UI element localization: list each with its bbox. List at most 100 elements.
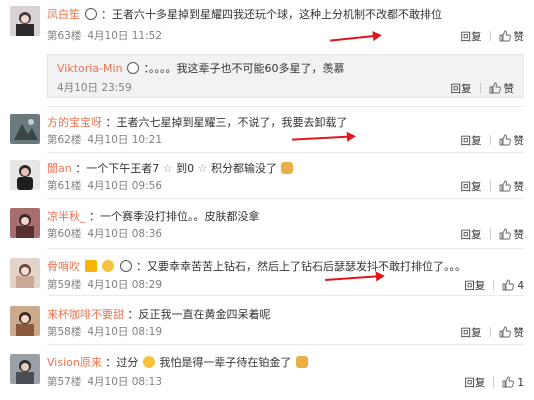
floor-number: 第59楼 xyxy=(47,279,82,291)
like-button[interactable]: 赞 xyxy=(499,180,525,194)
emoji-icon xyxy=(102,260,114,272)
timestamp: 4月10日 08:19 xyxy=(87,326,163,338)
floor-number: 第62楼 xyxy=(47,134,82,146)
thumbs-up-icon xyxy=(499,180,511,192)
panda-emoji-icon xyxy=(119,260,132,272)
comment-text: ：一个赛季没打排位。。皮肤都没拿 xyxy=(89,210,260,223)
red-arrow-annotation xyxy=(330,34,380,42)
avatar[interactable] xyxy=(10,306,40,336)
timestamp: 4月10日 10:21 xyxy=(87,134,163,146)
timestamp: 4月10日 08:36 xyxy=(87,228,163,240)
v-badge-icon xyxy=(84,260,97,272)
avatar[interactable] xyxy=(10,6,40,36)
username-link[interactable]: Vision原来 xyxy=(47,356,102,369)
thumbs-up-icon xyxy=(502,376,515,388)
comment-text: ：王者六十多星掉到星耀四我还玩个球，这种上分机制不改都不敢排位 xyxy=(101,8,442,21)
username-link[interactable]: Viktoria-Min xyxy=(57,62,123,75)
divider xyxy=(47,344,524,345)
doge-emoji-icon xyxy=(281,162,294,174)
panda-emoji-icon xyxy=(84,8,97,20)
like-label: 赞 xyxy=(513,181,525,193)
thumbs-up-icon xyxy=(499,134,511,146)
username-link[interactable]: 凤白笙 xyxy=(47,8,80,21)
like-button[interactable]: 赞 xyxy=(499,228,525,242)
like-button[interactable]: 1 xyxy=(502,376,524,390)
comment-text: ：又要幸幸苦苦上钻石，然后上了钻石后瑟瑟发抖不敢打排位了。。。 xyxy=(136,260,466,273)
divider xyxy=(489,135,491,145)
divider xyxy=(493,377,495,387)
divider xyxy=(47,295,524,296)
like-label: 赞 xyxy=(513,31,525,43)
like-button[interactable]: 赞 xyxy=(489,82,515,96)
avatar[interactable] xyxy=(10,354,40,384)
floor-number: 第58楼 xyxy=(47,326,82,338)
divider xyxy=(47,152,524,153)
divider xyxy=(489,181,491,191)
divider xyxy=(47,248,524,249)
floor-number: 第63楼 xyxy=(47,30,82,42)
avatar[interactable] xyxy=(10,160,40,190)
floor-number: 第60楼 xyxy=(47,228,82,240)
reply-button[interactable]: 回复 xyxy=(461,229,482,242)
username-link[interactable]: 骨哨吹 xyxy=(47,260,80,273)
like-label: 赞 xyxy=(503,83,515,95)
timestamp: 4月10日 08:29 xyxy=(87,279,163,291)
like-label: 赞 xyxy=(513,229,525,241)
reply-button[interactable]: 回复 xyxy=(464,280,485,293)
thumbs-up-icon xyxy=(499,326,511,338)
divider xyxy=(489,229,491,239)
avatar[interactable] xyxy=(10,114,40,144)
like-button[interactable]: 赞 xyxy=(499,326,525,340)
thumbs-up-icon xyxy=(499,30,511,42)
panda-emoji-icon xyxy=(127,62,140,74)
red-arrow-annotation xyxy=(325,274,383,282)
divider xyxy=(47,198,524,199)
username-link[interactable]: 闇an xyxy=(47,162,72,175)
doge-emoji-icon xyxy=(295,356,308,368)
like-count: 4 xyxy=(517,280,524,292)
timestamp: 4月10日 09:56 xyxy=(87,180,163,192)
reply-button[interactable]: 回复 xyxy=(451,83,472,96)
reply-button[interactable]: 回复 xyxy=(461,327,482,340)
comment-text: 积分都输没了 xyxy=(210,162,277,175)
comment-text: ：反正我一直在黄金四呆着呢 xyxy=(127,308,271,321)
floor-number: 第61楼 xyxy=(47,180,82,192)
reply-button[interactable]: 回复 xyxy=(461,181,482,194)
floor-number: 第57楼 xyxy=(47,376,82,388)
divider xyxy=(489,31,491,41)
divider xyxy=(493,280,495,290)
like-count: 1 xyxy=(517,377,524,389)
timestamp: 4月10日 11:52 xyxy=(87,30,163,42)
avatar[interactable] xyxy=(10,208,40,238)
reply-button[interactable]: 回复 xyxy=(461,135,482,148)
thumbs-up-icon xyxy=(499,228,511,240)
divider xyxy=(479,83,481,93)
red-arrow-annotation xyxy=(291,135,355,141)
username-link[interactable]: 凉半秋_ xyxy=(47,210,86,223)
emoji-icon xyxy=(142,356,155,368)
like-button[interactable]: 4 xyxy=(502,279,524,293)
divider xyxy=(489,327,491,337)
comment-text: ：一个下午王者7 xyxy=(75,162,160,175)
avatar[interactable] xyxy=(10,258,40,288)
comment-text: ：王者六七星掉到星耀三，不说了，我要去卸载了 xyxy=(105,116,348,129)
like-button[interactable]: 赞 xyxy=(499,134,525,148)
like-label: 赞 xyxy=(513,327,525,339)
like-button[interactable]: 赞 xyxy=(499,30,525,44)
comment-text: ：过分 xyxy=(105,356,139,369)
thumbs-up-icon xyxy=(502,279,515,291)
thumbs-up-icon xyxy=(489,82,501,94)
comment-text: ：。。。。我这辈子也不可能60多星了，羡慕 xyxy=(143,62,345,75)
username-link[interactable]: 方的宝宝呀 xyxy=(47,116,102,129)
timestamp: 4月10日 23:59 xyxy=(57,82,132,94)
comment-text: 我怕是得一辈子待在铂金了 xyxy=(159,356,292,369)
star-icon: ☆ xyxy=(162,162,173,175)
reply-button[interactable]: 回复 xyxy=(461,31,482,44)
star-icon: ☆ xyxy=(197,162,208,175)
username-link[interactable]: 来杯咖啡不要甜 xyxy=(47,308,124,321)
timestamp: 4月10日 08:13 xyxy=(87,376,163,388)
reply-button[interactable]: 回复 xyxy=(464,377,485,390)
comment-text: 到0 xyxy=(176,162,195,175)
divider xyxy=(47,106,524,107)
like-label: 赞 xyxy=(513,135,525,147)
